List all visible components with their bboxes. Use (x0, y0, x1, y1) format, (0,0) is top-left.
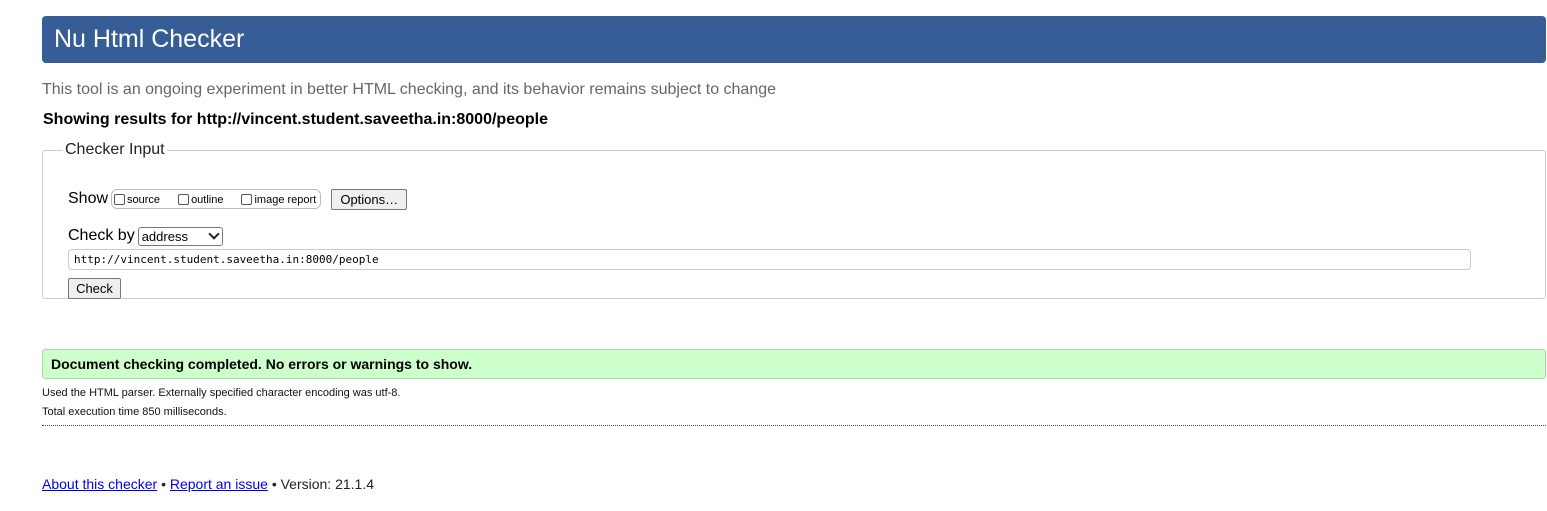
check-button[interactable]: Check (68, 278, 121, 299)
parser-note: Used the HTML parser. Externally specifi… (42, 387, 401, 399)
show-options-group: source outline image report (111, 189, 322, 209)
about-checker-link[interactable]: About this checker (42, 476, 157, 492)
show-image-report-option[interactable]: image report (241, 193, 317, 206)
footer-separator-2: • (271, 476, 277, 492)
url-input[interactable]: http://vincent.student.saveetha.in:8000/… (68, 249, 1471, 270)
success-message: Document checking completed. No errors o… (42, 349, 1546, 379)
show-options-row: Show source outline image report Options… (68, 187, 408, 211)
image-report-checkbox[interactable] (241, 193, 253, 205)
checker-input-fieldset: Checker Input Show source outline image … (42, 141, 1546, 299)
source-checkbox-label: source (127, 194, 161, 206)
show-label: Show (68, 190, 109, 207)
image-report-checkbox-label: image report (254, 194, 317, 206)
chevron-down-icon (208, 228, 220, 240)
check-by-selected-value: address (141, 228, 188, 244)
results-for-heading: Showing results for http://vincent.stude… (43, 111, 548, 128)
header-banner: Nu Html Checker (42, 16, 1546, 63)
check-by-select[interactable]: address (137, 226, 223, 246)
execution-time: Total execution time 850 milliseconds. (42, 406, 227, 418)
page-title: Nu Html Checker (54, 25, 245, 53)
footer: About this checker • Report an issue • V… (42, 475, 374, 493)
check-by-label: Check by (68, 227, 135, 244)
checker-input-legend: Checker Input (65, 141, 165, 158)
result-details: Used the HTML parser. Externally specifi… (42, 384, 400, 422)
show-source-option[interactable]: source (114, 193, 161, 206)
page: Nu Html Checker This tool is an ongoing … (0, 0, 1547, 511)
report-issue-link[interactable]: Report an issue (170, 476, 268, 492)
version-text: Version: 21.1.4 (280, 476, 375, 492)
source-checkbox[interactable] (114, 193, 126, 205)
outline-checkbox[interactable] (178, 193, 190, 205)
options-button[interactable]: Options… (331, 188, 408, 210)
show-outline-option[interactable]: outline (178, 193, 224, 206)
outline-checkbox-label: outline (191, 194, 224, 206)
footer-separator-1: • (161, 476, 166, 492)
tagline: This tool is an ongoing experiment in be… (42, 81, 777, 98)
check-by-row: Check by address (68, 225, 223, 247)
dotted-divider (42, 425, 1546, 426)
